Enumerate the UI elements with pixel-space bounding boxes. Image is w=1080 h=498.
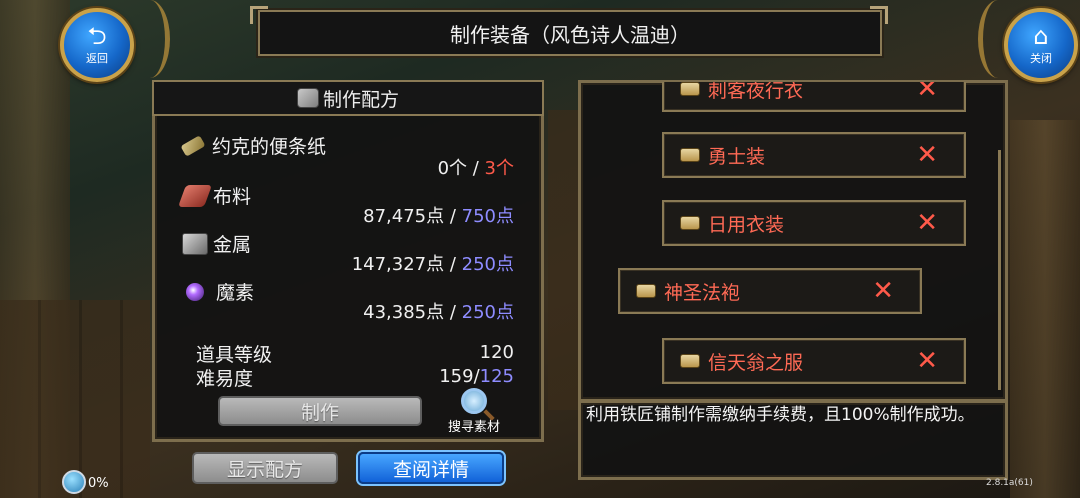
show-recipe-label: 显示配方	[226, 458, 303, 481]
scroll-icon	[680, 216, 700, 230]
material-name: 金属	[213, 234, 252, 256]
material-sep: /	[444, 254, 462, 275]
description-text: 利用铁匠铺制作需缴纳手续费，且100%制作成功。	[586, 405, 975, 425]
difficulty-current: 159/	[439, 366, 480, 387]
network-icon	[62, 470, 86, 494]
recipe-book-icon	[296, 88, 319, 108]
note-icon	[180, 134, 206, 157]
search-materials-label: 搜寻素材	[447, 420, 500, 435]
material-have: 43,385点	[363, 302, 445, 323]
list-item-label: 信天翁之服	[708, 351, 804, 374]
material-count: 87,475点 / 750点	[363, 202, 514, 228]
back-button[interactable]: ⮌ 返回	[60, 8, 134, 82]
list-item-label: 日用衣装	[708, 213, 785, 236]
scene-floor	[0, 300, 150, 498]
close-icon[interactable]: ✕	[916, 348, 938, 374]
home-icon: ⌂	[1033, 22, 1049, 50]
material-have: 0个	[437, 158, 468, 179]
material-row: 金属	[182, 230, 251, 257]
list-item[interactable]: 信天翁之服 ✕	[662, 338, 966, 384]
close-icon[interactable]: ✕	[916, 210, 938, 236]
list-item[interactable]: 勇士装 ✕	[662, 132, 966, 178]
difficulty-label: 难易度	[196, 368, 254, 390]
difficulty-max: 125	[479, 366, 514, 387]
back-arrow-icon: ⮌	[87, 22, 107, 50]
status-percent: 0%	[88, 476, 109, 491]
corner-ornament	[250, 6, 268, 24]
view-details-button[interactable]: 查阅详情	[358, 452, 504, 484]
list-item-label: 神圣法袍	[664, 281, 741, 304]
material-have: 147,327点	[351, 254, 445, 275]
scene-beam	[1010, 120, 1080, 498]
list-item-label: 勇士装	[708, 145, 766, 168]
difficulty-value: 159/125	[439, 366, 514, 387]
material-have: 87,475点	[363, 206, 445, 227]
page-title-text: 制作装备（风色诗人温迪）	[450, 22, 690, 47]
page-title: 制作装备（风色诗人温迪）	[256, 8, 884, 58]
material-name: 约克的便条纸	[212, 136, 327, 158]
item-level-value: 120	[479, 342, 514, 363]
list-item-label: 刺客夜行衣	[708, 82, 804, 102]
material-count: 147,327点 / 250点	[352, 250, 514, 276]
close-icon[interactable]: ✕	[916, 142, 938, 168]
material-sep: /	[444, 206, 462, 227]
corner-ornament	[870, 6, 888, 24]
material-need: 250点	[461, 302, 514, 323]
scroll-icon	[680, 82, 700, 96]
material-need: 3个	[484, 158, 514, 179]
search-materials-button[interactable]: 搜寻素材	[440, 388, 508, 435]
material-count: 43,385点 / 250点	[363, 298, 514, 324]
scene-floor	[548, 110, 578, 410]
scroll-icon	[636, 284, 656, 298]
close-icon[interactable]: ✕	[916, 82, 938, 102]
list-item[interactable]: 日用衣装 ✕	[662, 200, 966, 246]
list-item-selected[interactable]: 神圣法袍 ✕	[618, 268, 922, 314]
metal-icon	[182, 232, 208, 255]
material-need: 750点	[461, 206, 514, 227]
material-row: 布料	[177, 182, 252, 209]
close-button[interactable]: ⌂ 关闭	[1004, 8, 1078, 82]
scroll-icon	[680, 148, 700, 162]
material-row: 约克的便条纸	[180, 132, 327, 159]
view-details-label: 查阅详情	[392, 458, 469, 481]
item-level-label: 道具等级	[196, 344, 273, 366]
material-count: 0个 / 3个	[438, 154, 514, 180]
recipe-panel-title: 制作配方	[322, 88, 399, 111]
back-label: 返回	[86, 52, 108, 65]
close-label: 关闭	[1030, 52, 1052, 65]
version-label: 2.8.1a(61)	[986, 478, 1033, 488]
material-sep: /	[467, 158, 485, 179]
recipe-panel-header: 制作配方	[152, 80, 544, 116]
recipe-list-viewport: 刺客夜行衣 ✕ 勇士装 ✕ 日用衣装 ✕ 神圣法袍 ✕ 信天翁之服 ✕	[578, 82, 1008, 398]
material-row: 魔素	[182, 278, 254, 305]
ornament	[130, 0, 170, 78]
material-sep: /	[444, 302, 462, 323]
material-need: 250点	[461, 254, 514, 275]
craft-button[interactable]: 制作	[218, 396, 422, 426]
show-recipe-button[interactable]: 显示配方	[192, 452, 338, 484]
magnifier-icon	[461, 388, 487, 414]
list-item[interactable]: 刺客夜行衣 ✕	[662, 82, 966, 112]
material-name: 布料	[213, 186, 252, 208]
material-name: 魔素	[216, 282, 255, 304]
craft-button-label: 制作	[300, 401, 339, 424]
close-icon[interactable]: ✕	[872, 278, 894, 304]
cloth-icon	[177, 184, 213, 207]
scroll-icon	[680, 354, 700, 368]
mana-orb-icon	[186, 282, 204, 301]
